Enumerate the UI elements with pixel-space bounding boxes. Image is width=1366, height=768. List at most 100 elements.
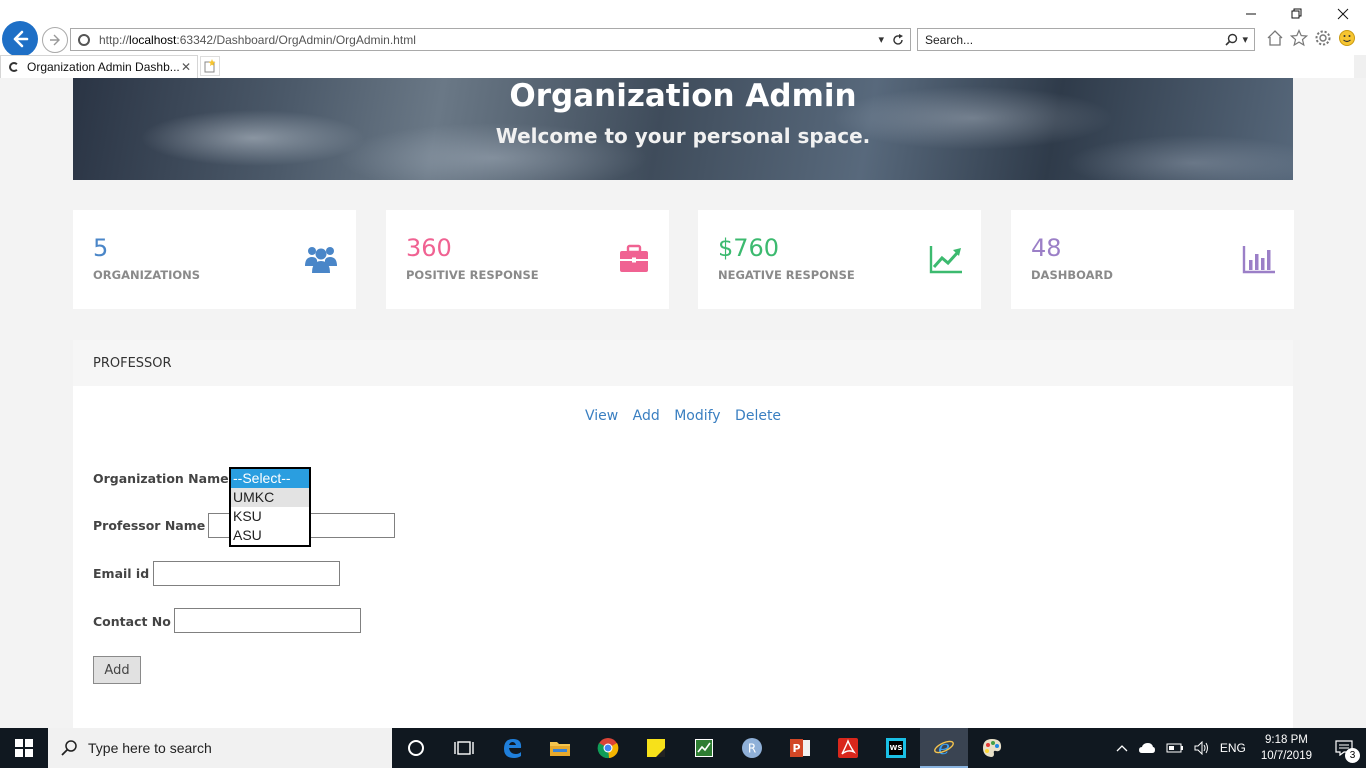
stat-label: NEGATIVE RESPONSE xyxy=(718,268,855,282)
svg-text:R: R xyxy=(748,742,756,756)
email-id-label: Email id : xyxy=(93,566,159,581)
stat-label: DASHBOARD xyxy=(1031,268,1113,282)
close-icon xyxy=(1337,8,1349,20)
dropdown-option[interactable]: KSU xyxy=(231,507,309,526)
taskbar-r-app[interactable]: R xyxy=(728,728,776,768)
favorites-star-icon[interactable] xyxy=(1290,29,1308,47)
taskbar-internet-explorer[interactable]: e xyxy=(920,728,968,768)
delete-link[interactable]: Delete xyxy=(735,408,781,424)
tab-scroll-strip xyxy=(1354,55,1366,78)
taskbar-edge[interactable] xyxy=(488,728,536,768)
chevron-up-icon[interactable] xyxy=(1116,744,1128,752)
gear-icon[interactable] xyxy=(1314,29,1332,47)
view-link[interactable]: View xyxy=(585,408,618,424)
add-button[interactable]: Add xyxy=(93,656,141,684)
back-button[interactable] xyxy=(2,21,38,57)
panel-title: PROFESSOR xyxy=(73,340,1293,386)
taskbar-acrobat[interactable] xyxy=(824,728,872,768)
restore-icon xyxy=(1291,8,1302,19)
email-id-input[interactable] xyxy=(153,561,340,586)
taskbar-app-chart[interactable] xyxy=(680,728,728,768)
taskbar-powerpoint[interactable]: P xyxy=(776,728,824,768)
dropdown-option[interactable]: ASU xyxy=(231,526,309,545)
stat-card-positive-response: 360 POSITIVE RESPONSE xyxy=(386,210,669,309)
taskbar-chrome[interactable] xyxy=(584,728,632,768)
language-indicator[interactable]: ENG xyxy=(1220,741,1246,755)
page-title: Organization Admin xyxy=(509,78,857,114)
home-icon[interactable] xyxy=(1266,29,1284,47)
battery-icon[interactable] xyxy=(1166,743,1184,753)
search-dropdown-icon[interactable]: ▾ xyxy=(1242,33,1248,46)
task-view-icon xyxy=(454,741,474,755)
taskbar-webstorm[interactable]: WS xyxy=(872,728,920,768)
task-view-button[interactable] xyxy=(440,728,488,768)
r-app-icon: R xyxy=(742,738,762,758)
forward-button[interactable] xyxy=(42,27,68,53)
add-link[interactable]: Add xyxy=(633,408,660,424)
address-url[interactable]: http://localhost:63342/Dashboard/OrgAdmi… xyxy=(99,33,878,47)
windows-logo-icon xyxy=(15,739,33,757)
line-chart-icon xyxy=(929,246,962,274)
url-prefix: http:// xyxy=(99,32,130,47)
stat-label: POSITIVE RESPONSE xyxy=(406,268,539,282)
svg-text:P: P xyxy=(792,742,800,755)
close-window-button[interactable] xyxy=(1320,0,1366,28)
page-icon xyxy=(78,33,90,46)
browser-search-input[interactable] xyxy=(918,29,1226,50)
search-icon[interactable] xyxy=(1225,33,1238,46)
taskbar-paint[interactable] xyxy=(968,728,1016,768)
refresh-icon[interactable] xyxy=(892,33,904,46)
arrow-left-icon xyxy=(13,30,29,48)
paint-palette-icon xyxy=(983,739,1002,757)
taskbar-file-explorer[interactable] xyxy=(536,728,584,768)
contact-no-label: Contact No : xyxy=(93,614,181,629)
taskbar-sticky-notes[interactable] xyxy=(632,728,680,768)
stat-card-organizations: 5 ORGANIZATIONS xyxy=(73,210,356,309)
dropdown-option[interactable]: UMKC xyxy=(231,488,309,507)
taskbar-search-box[interactable]: Type here to search xyxy=(48,728,392,768)
address-bar[interactable]: http://localhost:63342/Dashboard/OrgAdmi… xyxy=(70,28,911,51)
system-tray: ENG 9:18 PM 10/7/2019 3 xyxy=(1111,728,1366,768)
clock-time: 9:18 PM xyxy=(1265,734,1308,746)
minimize-button[interactable] xyxy=(1228,0,1274,28)
chrome-icon xyxy=(597,738,619,759)
page-subtitle: Welcome to your personal space. xyxy=(495,124,871,148)
svg-text:WS: WS xyxy=(890,744,903,752)
dropdown-arrow-icon[interactable]: ▾ xyxy=(878,33,884,46)
stat-value: 360 xyxy=(406,234,452,262)
new-tab-button[interactable] xyxy=(200,56,220,76)
tab-close-icon[interactable]: ✕ xyxy=(181,60,191,74)
taskbar-clock[interactable]: 9:18 PM 10/7/2019 xyxy=(1261,732,1312,764)
start-button[interactable] xyxy=(0,728,48,768)
organization-select-dropdown[interactable]: --Select-- UMKC KSU ASU xyxy=(229,467,311,547)
stat-label: ORGANIZATIONS xyxy=(93,268,201,282)
browser-tab-active[interactable]: Organization Admin Dashb... ✕ xyxy=(0,55,198,78)
restore-button[interactable] xyxy=(1274,0,1320,28)
stat-card-negative-response: $760 NEGATIVE RESPONSE xyxy=(698,210,981,309)
onedrive-cloud-icon[interactable] xyxy=(1138,742,1156,754)
cortana-button[interactable] xyxy=(392,728,440,768)
toolbar-icons xyxy=(1266,29,1356,47)
stat-value: $760 xyxy=(718,234,780,262)
taskbar-apps: R P WS e xyxy=(392,728,1016,768)
dropdown-option[interactable]: --Select-- xyxy=(231,469,309,488)
volume-icon[interactable] xyxy=(1194,741,1210,755)
powerpoint-icon: P xyxy=(790,739,810,757)
chart-app-icon xyxy=(695,739,713,757)
stat-value: 48 xyxy=(1031,234,1062,262)
minimize-icon xyxy=(1246,13,1256,15)
folder-icon xyxy=(550,742,570,756)
svg-text:e: e xyxy=(938,736,950,758)
taskbar-search-text: Type here to search xyxy=(88,740,212,756)
bar-chart-icon xyxy=(1242,246,1275,274)
modify-link[interactable]: Modify xyxy=(674,408,720,424)
action-center-button[interactable]: 3 xyxy=(1322,728,1366,768)
notification-count-badge: 3 xyxy=(1345,748,1360,763)
browser-search-box[interactable]: ▾ xyxy=(917,28,1255,51)
internet-explorer-icon: e xyxy=(934,736,954,758)
address-tools: ▾ xyxy=(878,33,904,46)
contact-no-input[interactable] xyxy=(174,608,361,633)
acrobat-icon xyxy=(838,738,858,758)
panel-action-links: View Add Modify Delete xyxy=(73,408,1293,424)
smiley-feedback-icon[interactable] xyxy=(1338,29,1356,47)
